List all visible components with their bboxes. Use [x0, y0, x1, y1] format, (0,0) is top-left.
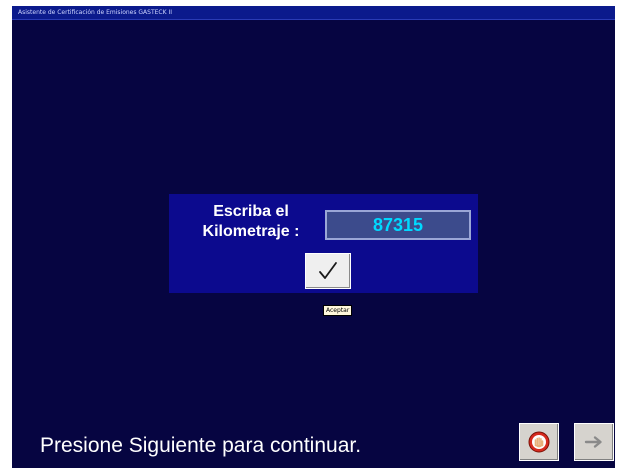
title-bar: Asistente de Certificación de Emisiones … — [12, 6, 615, 20]
app-window: Asistente de Certificación de Emisiones … — [12, 6, 615, 468]
next-button[interactable] — [574, 423, 614, 461]
mileage-input[interactable] — [325, 210, 471, 240]
mileage-prompt: Escriba el Kilometraje : — [181, 202, 321, 242]
checkmark-icon — [319, 262, 337, 279]
accept-button[interactable] — [305, 253, 351, 289]
prompt-line-1: Escriba el — [213, 203, 289, 220]
mileage-dialog: Escriba el Kilometraje : — [169, 194, 478, 293]
stop-hand-icon — [528, 431, 550, 453]
instruction-text: Presione Siguiente para continuar. — [40, 434, 362, 457]
prompt-line-2: Kilometraje : — [202, 223, 300, 240]
window-title: Asistente de Certificación de Emisiones … — [18, 9, 172, 16]
arrow-right-icon — [584, 436, 602, 448]
stop-button[interactable] — [519, 423, 559, 461]
accept-tooltip: Aceptar — [323, 305, 353, 316]
